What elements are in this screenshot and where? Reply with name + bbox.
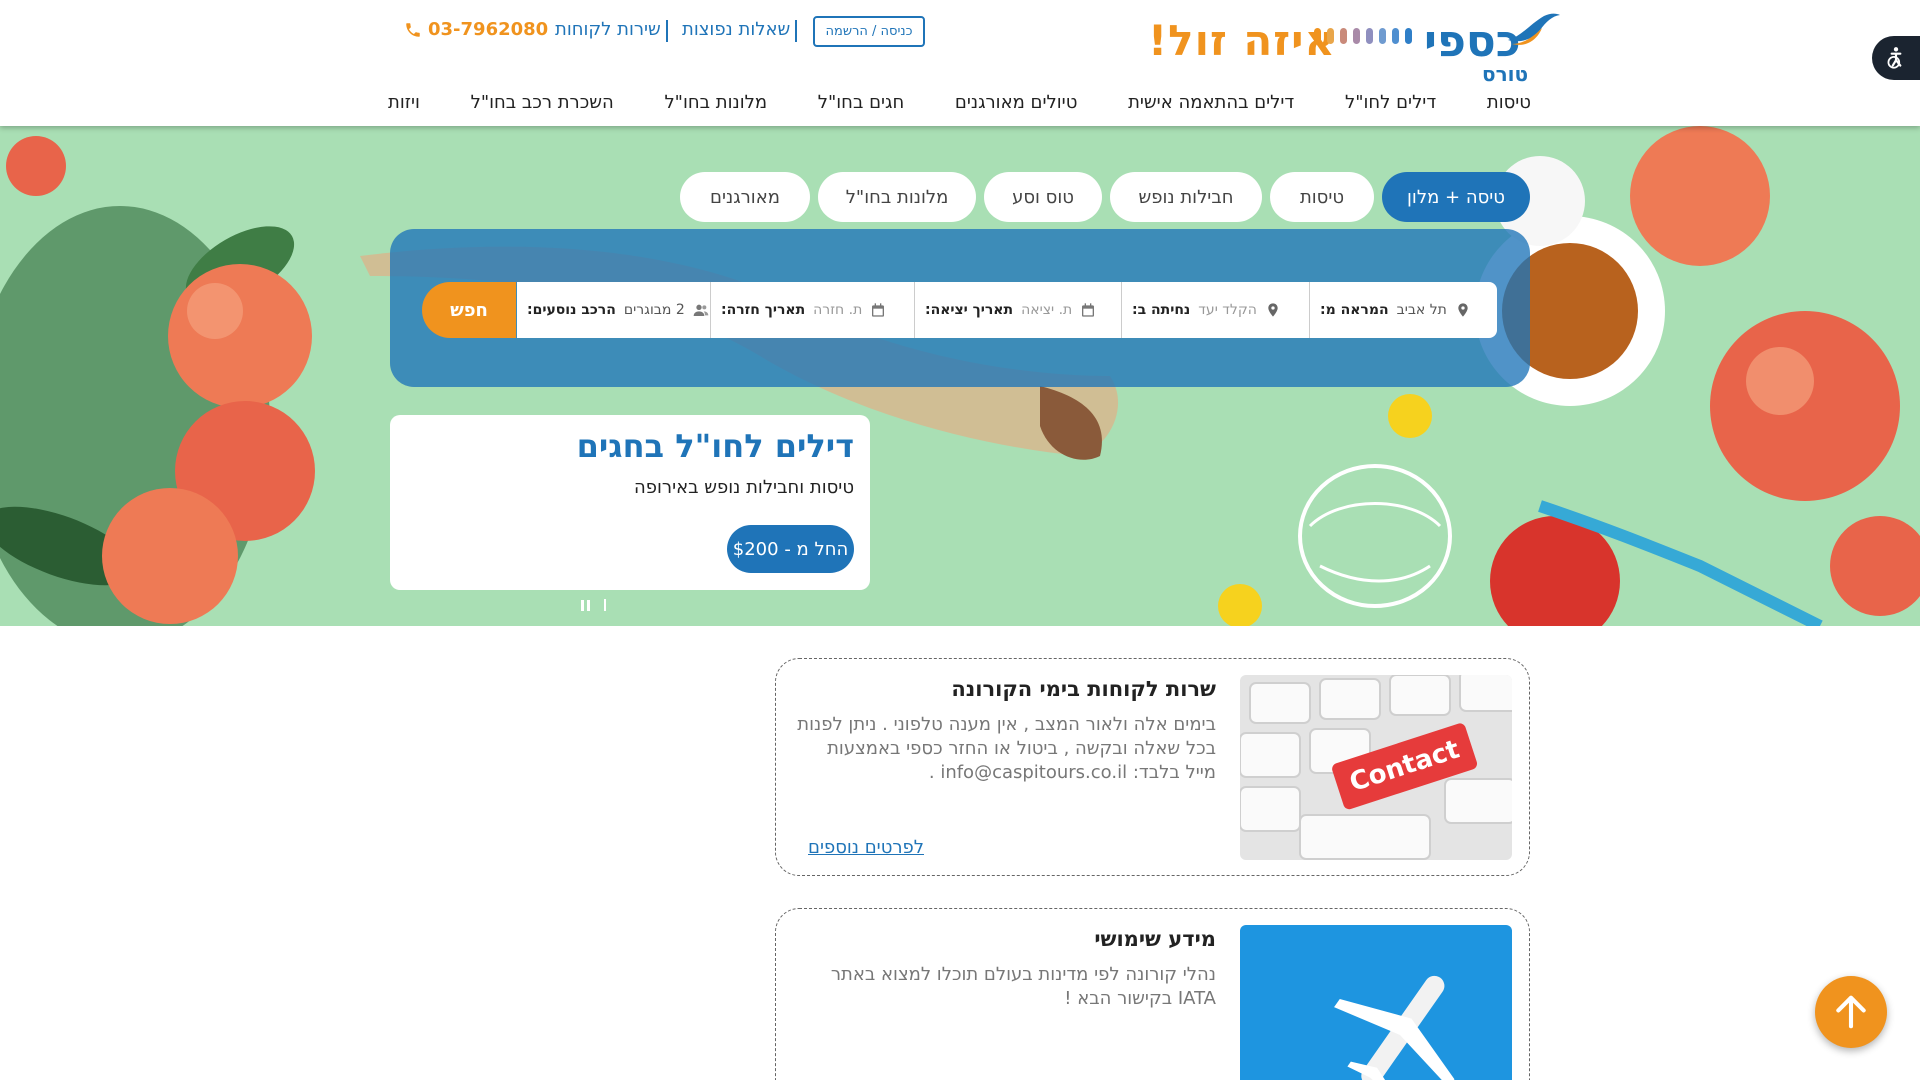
divider [666,20,668,42]
info-text: נהלי קורונה לפי מדינות בעולם תוכלו למצוא… [830,964,1216,1009]
search-button[interactable]: חפש [422,282,516,338]
faq-link[interactable]: שאלות נפוצות [682,19,790,40]
logo-slogan: איזה זול! [1148,16,1337,65]
airplane-image [1240,925,1512,1080]
departure-date-label: תאריך יציאה: [925,302,1014,318]
arrow-up-icon [1836,995,1866,1029]
keyboard-image: Contact [1240,675,1512,860]
logo-subtitle: טורס [1482,62,1529,86]
contact-keyboard-image: Contact [1240,675,1512,860]
nav-item-deals-abroad[interactable]: דילים לחו"ל [1345,92,1436,113]
tab-organized[interactable]: מאורגנים [680,172,810,222]
nav-item-organized-tours[interactable]: טיולים מאורגנים [955,92,1077,113]
destination-label: נחיתה ב: [1132,302,1191,318]
nav-item-car-rental[interactable]: השכרת רכב בחו"ל [471,92,614,113]
return-date-field[interactable]: תאריך חזרה: ת. חזרה [710,282,914,338]
info-card-useful-info: מידע שימושי נהלי קורונה לפי מדינות בעולם… [775,908,1530,1080]
more-details-link[interactable]: לפרטים נוספים [808,837,924,858]
return-date-label: תאריך חזרה: [721,302,806,318]
tab-vacation-packages[interactable]: חבילות נופש [1110,172,1262,222]
nav-item-flights[interactable]: טיסות [1487,92,1531,113]
info-title: שרות לקוחות בימי הקורונה [951,677,1216,701]
search-panel: המראה מ: תל אביב נחיתה ב: הקלד יעד תאריך… [390,229,1530,387]
origin-value: תל אביב [1396,302,1447,318]
nav-item-custom-deals[interactable]: דילים בהתאמה אישית [1128,92,1294,113]
nav-item-visas[interactable]: ויזות [388,92,420,113]
divider [795,20,797,42]
phone-icon [406,22,420,37]
deal-subtitle: טיסות וחבילות נופש באירופה [634,477,854,498]
hero-deal-card: דילים לחו"ל בחגים טיסות וחבילות נופש באי… [390,415,870,590]
location-pin-icon [1268,303,1278,317]
passengers-field[interactable]: הרכב נוסעים: 2 מבוגרים [517,282,710,338]
calendar-icon [1082,303,1095,317]
deal-title[interactable]: דילים לחו"ל בחגים [577,427,854,465]
logo-dots-decoration [1314,28,1412,44]
phone-number: 03-7962080 [428,19,549,40]
passengers-icon [693,304,709,316]
destination-field[interactable]: נחיתה ב: הקלד יעד [1121,282,1309,338]
location-pin-icon [1458,303,1468,317]
passengers-label: הרכב נוסעים: [527,302,616,318]
nav-item-hotels-abroad[interactable]: מלונות בחו"ל [664,92,767,113]
tab-hotels-abroad[interactable]: מלונות בחו"ל [818,172,976,222]
pause-icon[interactable] [581,599,590,611]
origin-label: המראה מ: [1320,302,1389,318]
origin-field[interactable]: המראה מ: תל אביב [1309,282,1497,338]
scroll-to-top-button[interactable] [1815,976,1887,1048]
destination-input[interactable]: הקלד יעד [1198,302,1257,318]
deal-price-button[interactable]: החל מ - $200 [727,525,854,573]
slide-indicator[interactable] [604,599,606,611]
phone-link[interactable]: 03-7962080 [404,19,548,40]
accessibility-button[interactable] [1872,36,1920,80]
main-nav: טיסות דילים לחו"ל דילים בהתאמה אישית טיו… [388,92,1531,113]
search-tabs: טיסה + מלון טיסות חבילות נופש טוס וסע מל… [680,172,1530,222]
accessibility-icon [1887,47,1902,69]
nav-item-holidays-abroad[interactable]: חגים בחו"ל [818,92,904,113]
departure-date-field[interactable]: תאריך יציאה: ת. יציאה [914,282,1121,338]
return-date-input[interactable]: ת. חזרה [813,302,862,318]
slider-controls [581,599,606,611]
tab-fly-drive[interactable]: טוס וסע [984,172,1102,222]
search-form: המראה מ: תל אביב נחיתה ב: הקלד יעד תאריך… [517,282,1497,338]
customer-service-link[interactable]: שירות לקוחות [555,19,661,40]
caspi-tours-logo[interactable]: איזה זול! כספי טורס [1148,10,1564,86]
calendar-icon [872,303,885,317]
tab-flight-hotel[interactable]: טיסה + מלון [1382,172,1530,222]
site-header: איזה זול! כספי טורס כניסה / הרשמה שאלות … [0,0,1920,126]
departure-date-input[interactable]: ת. יציאה [1021,302,1072,318]
passengers-value: 2 מבוגרים [623,302,685,318]
info-title: מידע שימושי [1094,927,1216,951]
login-register-button[interactable]: כניסה / הרשמה [813,16,925,47]
bird-logo-icon [1508,13,1560,45]
hero-banner: טיסה + מלון טיסות חבילות נופש טוס וסע מל… [0,126,1920,626]
info-text: בימים אלה ולאור המצב , אין מענה טלפוני .… [797,714,1216,783]
tab-flights[interactable]: טיסות [1270,172,1374,222]
info-card-customer-service: Contact שרות לקוחות בימי הקורונה בימים א… [775,658,1530,876]
